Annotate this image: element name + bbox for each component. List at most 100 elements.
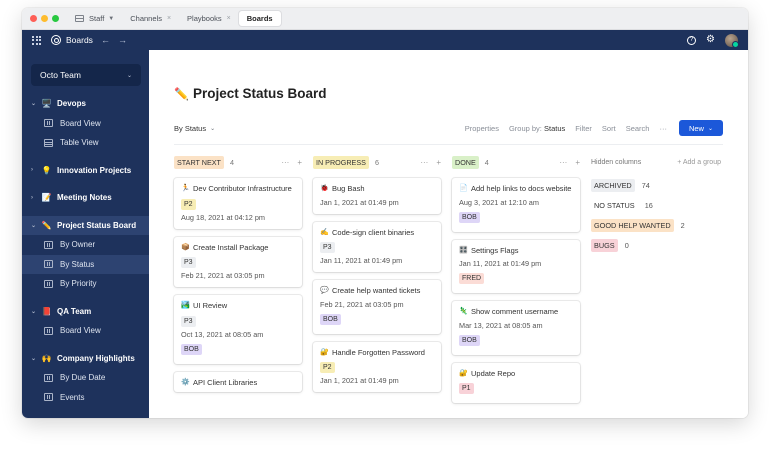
- chevron-down-icon[interactable]: ⌄: [31, 100, 40, 107]
- sidebar-group-project-status-board[interactable]: ⌄ ✏️ Project Status Board: [22, 215, 149, 235]
- chevron-right-icon[interactable]: ›: [31, 195, 40, 201]
- column-in-progress: IN PROGRESS 6 ··· + 🐞 Bug Bash Jan 1, 2021…: [313, 156, 441, 411]
- card[interactable]: 💬 Create help wanted tickets Feb 21, 2021…: [313, 280, 441, 334]
- table-icon: [44, 138, 53, 147]
- add-group-button[interactable]: + Add a group: [677, 159, 721, 166]
- pencil-icon[interactable]: ✏️: [174, 87, 189, 101]
- card-title: Settings Flags: [471, 245, 519, 255]
- raised-hands-icon: 🙌: [41, 353, 52, 363]
- hidden-column-archived[interactable]: ARCHIVED 74: [591, 178, 721, 192]
- sidebar-view-by-due-date[interactable]: By Due Date: [22, 368, 149, 388]
- add-icon[interactable]: +: [297, 158, 302, 167]
- card-date: Oct 13, 2021 at 08:05 am: [181, 329, 264, 339]
- card[interactable]: 🔐 Handle Forgotten Password P2 Jan 1, 202…: [313, 341, 441, 392]
- priority-badge: P1: [459, 383, 474, 394]
- sidebar-group-devops[interactable]: ⌄ 🖥️ Devops: [22, 94, 149, 114]
- tab-boards[interactable]: Boards: [238, 11, 281, 26]
- card[interactable]: 🦎 Show comment username Mar 13, 2021 at 0…: [452, 301, 580, 355]
- chevron-down-icon: ▼: [108, 15, 115, 22]
- chevron-right-icon[interactable]: ›: [31, 167, 40, 173]
- column-title[interactable]: DONE: [452, 156, 479, 169]
- sidebar-view-table-view[interactable]: Table View: [22, 133, 149, 153]
- avatar[interactable]: [725, 33, 739, 48]
- sidebar-view-board-view[interactable]: Board View: [22, 114, 149, 134]
- sidebar-view-events[interactable]: Events: [22, 388, 149, 408]
- owner-badge: BOB: [181, 343, 202, 355]
- card[interactable]: 🏃 Dev Contributor Infrastructure P2 Aug 1…: [174, 178, 302, 229]
- maximize-window-icon[interactable]: [52, 15, 59, 22]
- hidden-column-bugs[interactable]: BUGS 0: [591, 238, 721, 252]
- card[interactable]: 🔐 Update Repo P1: [452, 362, 580, 403]
- sort-button[interactable]: Sort: [602, 124, 616, 133]
- column-title[interactable]: START NEXT: [174, 156, 224, 169]
- sidebar-group-company-highlights[interactable]: ⌄ 🙌 Company Highlights: [22, 349, 149, 369]
- card-date: Jan 11, 2021 at 01:49 pm: [320, 256, 403, 265]
- card[interactable]: 📄 Add help links to docs website Aug 3, 2…: [452, 178, 580, 232]
- more-options-icon[interactable]: ···: [420, 158, 428, 167]
- board-main: ✏️ Project Status Board By Status ⌄ Prop…: [149, 50, 748, 418]
- card-title: UI Review: [193, 301, 228, 310]
- help-icon[interactable]: ?: [687, 35, 697, 45]
- tab-channels[interactable]: Channels ×: [122, 11, 179, 26]
- close-window-icon[interactable]: [30, 15, 37, 22]
- close-icon[interactable]: ×: [227, 15, 231, 22]
- card[interactable]: 🎛️ Settings Flags Jan 11, 2021 at 01:49 p…: [452, 239, 580, 293]
- close-icon[interactable]: ×: [167, 15, 171, 22]
- sidebar-group-innovation-projects[interactable]: › 💡 Innovation Projects: [22, 161, 149, 181]
- card-title: Code-sign client binaries: [332, 227, 415, 237]
- product-menu-icon[interactable]: [32, 35, 41, 45]
- more-options-icon[interactable]: ···: [281, 158, 289, 167]
- lizard-icon: 🦎: [459, 308, 468, 315]
- sidebar-view-by-owner[interactable]: By Owner: [22, 235, 149, 255]
- chevron-down-icon[interactable]: ⌄: [31, 222, 40, 229]
- column-header: START NEXT 4 ··· +: [174, 156, 302, 169]
- more-options-icon[interactable]: ···: [659, 124, 667, 133]
- chevron-down-icon[interactable]: ⌄: [31, 308, 40, 315]
- sidebar-view-by-status[interactable]: By Status: [22, 254, 149, 274]
- gear-icon: ⚙️: [181, 378, 190, 386]
- column-done: DONE 4 ··· + 📄 Add help links to docs webs…: [452, 156, 580, 411]
- card[interactable]: 🐞 Bug Bash Jan 1, 2021 at 01:49 pm: [313, 178, 441, 214]
- board-icon: [44, 393, 53, 402]
- sidebar-group-qa-team[interactable]: ⌄ 📕 QA Team: [22, 302, 149, 322]
- card[interactable]: 📦 Create Install Package P3 Feb 21, 2021 …: [174, 236, 302, 287]
- sidebar-group-meeting-notes[interactable]: › 📝 Meeting Notes: [22, 188, 149, 208]
- owner-badge: FRED: [459, 273, 485, 284]
- card-title: Update Repo: [471, 368, 516, 378]
- back-arrow-icon[interactable]: ←: [101, 35, 110, 45]
- sidebar-view-qa-board-view[interactable]: Board View: [22, 321, 149, 341]
- board-icon: [44, 279, 53, 288]
- forward-arrow-icon[interactable]: →: [118, 35, 127, 45]
- card[interactable]: 🏞️ UI Review P3 Oct 13, 2021 at 08:05 am …: [174, 295, 302, 364]
- column-count: 4: [484, 158, 489, 167]
- team-select[interactable]: Octo Team ⌄: [31, 64, 141, 86]
- card-date: Jan 1, 2021 at 01:49 pm: [320, 197, 399, 207]
- owner-badge: BOB: [459, 334, 480, 346]
- search-button[interactable]: Search: [626, 124, 650, 133]
- team-switcher[interactable]: Staff ▼: [75, 14, 114, 23]
- chevron-down-icon: ⌄: [210, 125, 216, 132]
- sidebar-view-by-priority[interactable]: By Priority: [22, 274, 149, 294]
- pencil-icon: ✏️: [41, 220, 52, 230]
- more-options-icon[interactable]: ···: [559, 158, 567, 167]
- add-icon[interactable]: +: [436, 158, 441, 167]
- card-title: Dev Contributor Infrastructure: [193, 184, 292, 193]
- card[interactable]: ✍️ Code-sign client binaries P3 Jan 11, 2…: [313, 221, 441, 272]
- card-date: Aug 3, 2021 at 12:10 am: [459, 197, 539, 207]
- properties-button[interactable]: Properties: [465, 124, 499, 133]
- hidden-column-no-status[interactable]: NO STATUS 16: [591, 198, 721, 212]
- chevron-down-icon[interactable]: ⌄: [31, 355, 40, 362]
- column-title[interactable]: IN PROGRESS: [313, 156, 369, 169]
- add-icon[interactable]: +: [575, 158, 580, 167]
- column-start-next: START NEXT 4 ··· + 🏃 Dev Contributor Infra…: [174, 156, 302, 411]
- tab-playbooks[interactable]: Playbooks ×: [179, 11, 239, 26]
- card[interactable]: ⚙️ API Client Libraries: [174, 371, 302, 392]
- filter-button[interactable]: Filter: [575, 124, 592, 133]
- minimize-window-icon[interactable]: [41, 15, 48, 22]
- hidden-column-good-help-wanted[interactable]: GOOD HELP WANTED 2: [591, 218, 721, 232]
- new-card-button[interactable]: New ⌄: [678, 120, 723, 136]
- group-by-button[interactable]: Group by: Status: [509, 124, 565, 133]
- owner-badge: BOB: [459, 211, 480, 223]
- view-selector[interactable]: By Status ⌄: [174, 124, 215, 133]
- gear-icon[interactable]: ⚙: [706, 35, 715, 45]
